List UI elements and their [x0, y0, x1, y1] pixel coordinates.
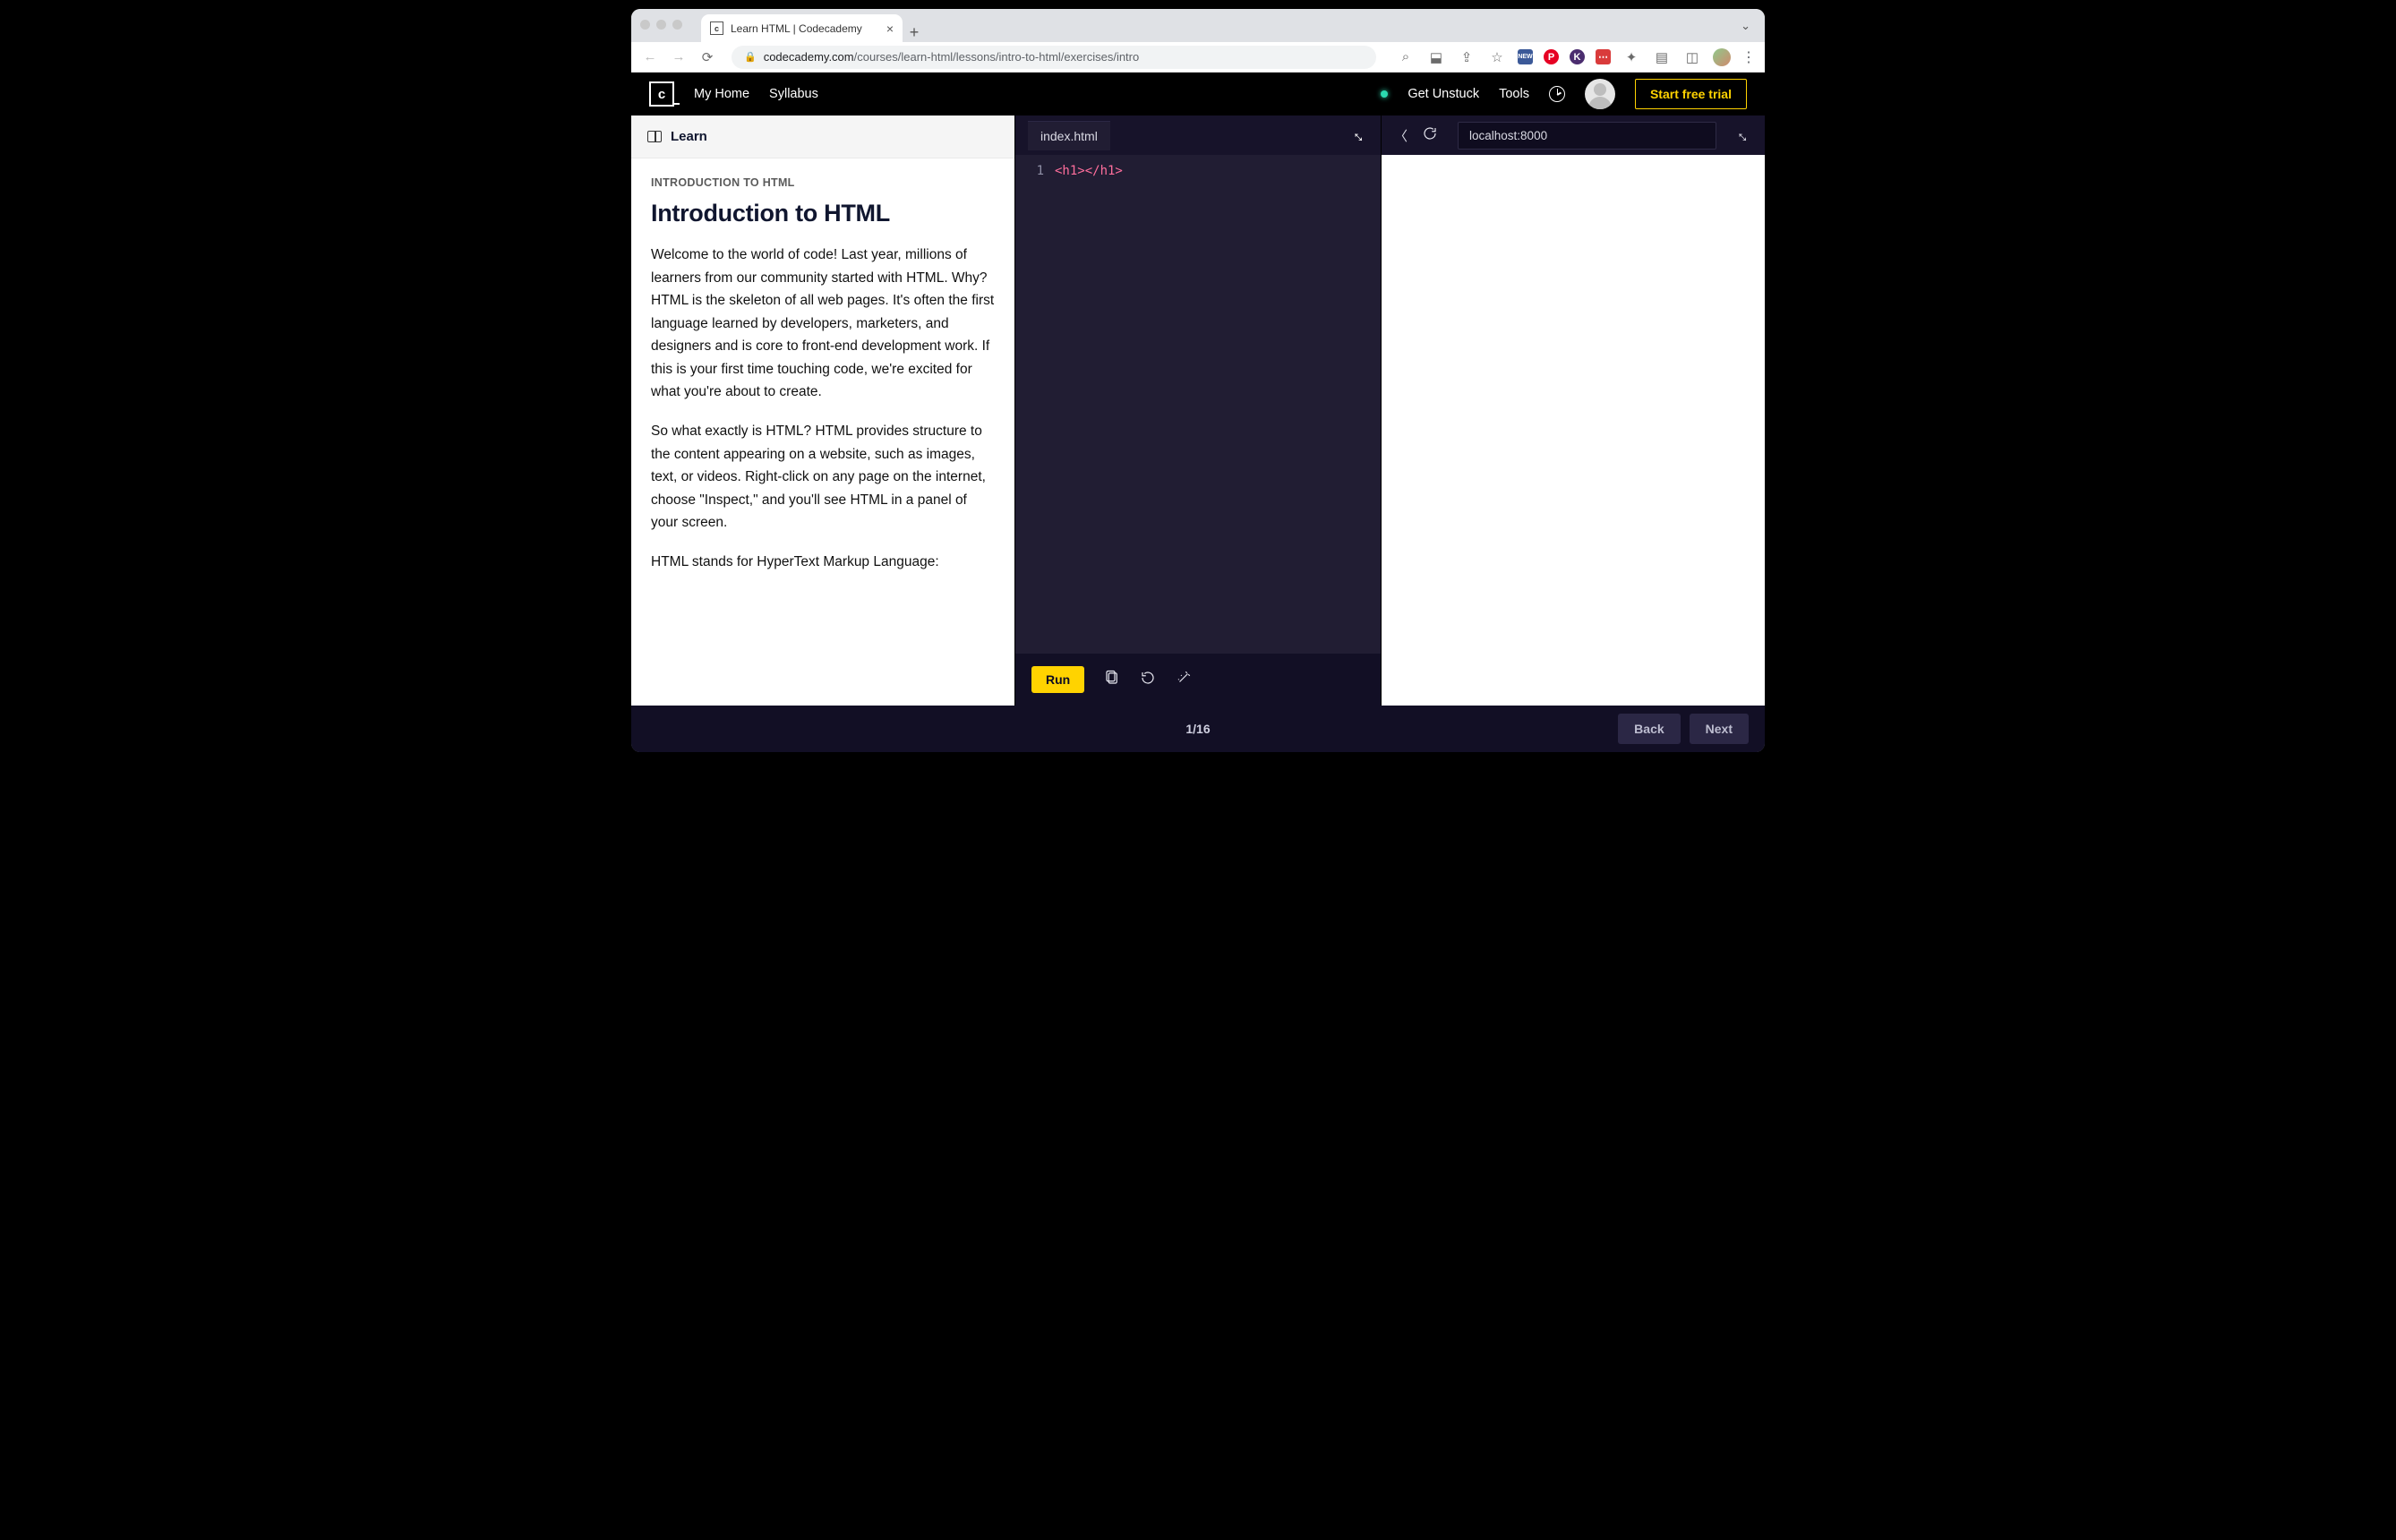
lesson-panel-header: Learn: [631, 116, 1014, 158]
tab-title: Learn HTML | Codecademy: [731, 22, 862, 35]
progress-indicator: 1/16: [1185, 722, 1210, 736]
address-bar[interactable]: 🔒 codecademy.com/courses/learn-html/less…: [732, 46, 1376, 69]
extensions-puzzle-icon[interactable]: ✦: [1622, 49, 1641, 65]
nav-my-home[interactable]: My Home: [694, 87, 749, 101]
editor-file-tab[interactable]: index.html: [1028, 121, 1110, 150]
browser-tabbar: c Learn HTML | Codecademy × + ⌄: [631, 9, 1765, 42]
window-controls[interactable]: [640, 20, 682, 30]
traffic-zoom[interactable]: [672, 20, 682, 30]
extension-pinterest-icon[interactable]: P: [1544, 49, 1559, 64]
back-button[interactable]: Back: [1618, 714, 1680, 744]
extension-k-icon[interactable]: K: [1570, 49, 1585, 64]
browser-tab[interactable]: c Learn HTML | Codecademy ×: [701, 14, 903, 42]
expand-editor-icon[interactable]: ↔: [1352, 126, 1368, 145]
install-icon[interactable]: ⬓: [1426, 49, 1446, 65]
code-editor-panel: index.html ↔ 1 <h1></h1> Run: [1014, 116, 1382, 706]
preview-back-icon[interactable]: 〈: [1394, 126, 1408, 145]
run-button[interactable]: Run: [1031, 666, 1084, 693]
nav-get-unstuck[interactable]: Get Unstuck: [1408, 87, 1479, 101]
user-avatar[interactable]: [1585, 79, 1615, 109]
traffic-close[interactable]: [640, 20, 650, 30]
lesson-eyebrow: INTRODUCTION TO HTML: [651, 176, 995, 189]
codecademy-logo[interactable]: c: [649, 81, 674, 107]
book-icon: [647, 131, 662, 142]
browser-menu-icon[interactable]: ⋮: [1741, 48, 1756, 66]
editor-tabbar: index.html ↔: [1015, 116, 1381, 155]
extension-new-icon[interactable]: NEW: [1518, 49, 1533, 64]
lesson-paragraph: Welcome to the world of code! Last year,…: [651, 244, 995, 404]
new-tab-button[interactable]: +: [903, 23, 926, 42]
next-button[interactable]: Next: [1690, 714, 1749, 744]
media-control-icon[interactable]: ▤: [1652, 49, 1672, 65]
preview-toolbar: 〈 localhost:8000 ↔: [1382, 116, 1765, 155]
bookmark-star-icon[interactable]: ☆: [1487, 49, 1507, 65]
tabs-overflow-icon[interactable]: ⌄: [1741, 19, 1750, 33]
editor-toolbar: Run: [1015, 654, 1381, 706]
nav-syllabus[interactable]: Syllabus: [769, 87, 818, 101]
lesson-paragraph: So what exactly is HTML? HTML provides s…: [651, 420, 995, 535]
line-number: 1: [1015, 164, 1055, 654]
url-path: /courses/learn-html/lessons/intro-to-htm…: [854, 50, 1140, 64]
lesson-panel: Learn INTRODUCTION TO HTML Introduction …: [631, 116, 1014, 706]
nav-tools[interactable]: Tools: [1499, 87, 1529, 101]
nav-forward-icon[interactable]: →: [669, 49, 689, 64]
expand-preview-icon[interactable]: ↔: [1736, 126, 1752, 145]
share-icon[interactable]: ⇪: [1457, 49, 1476, 65]
streak-clock-icon[interactable]: [1549, 86, 1565, 102]
lesson-title: Introduction to HTML: [651, 200, 995, 227]
preview-reload-icon[interactable]: [1422, 125, 1438, 145]
url-domain: codecademy.com: [764, 50, 854, 64]
start-trial-button[interactable]: Start free trial: [1635, 79, 1747, 109]
search-icon[interactable]: ⌕: [1396, 49, 1416, 64]
app-root: c My Home Syllabus Get Unstuck Tools Sta…: [631, 73, 1765, 752]
app-header: c My Home Syllabus Get Unstuck Tools Sta…: [631, 73, 1765, 116]
browser-window: c Learn HTML | Codecademy × + ⌄ ← → ⟳ 🔒 …: [631, 9, 1765, 752]
status-dot-icon: [1381, 90, 1388, 98]
code-line[interactable]: <h1></h1>: [1055, 164, 1123, 654]
lesson-section-label: Learn: [671, 129, 707, 144]
nav-reload-icon[interactable]: ⟳: [697, 49, 717, 65]
preview-url-input[interactable]: localhost:8000: [1458, 122, 1716, 150]
browser-toolbar: ← → ⟳ 🔒 codecademy.com/courses/learn-htm…: [631, 42, 1765, 73]
lesson-footer: 1/16 Back Next: [631, 706, 1765, 752]
favicon-icon: c: [710, 21, 723, 35]
copy-clipboard-icon[interactable]: [1104, 670, 1120, 690]
side-panel-icon[interactable]: ◫: [1682, 49, 1702, 65]
traffic-minimize[interactable]: [656, 20, 666, 30]
lesson-content[interactable]: INTRODUCTION TO HTML Introduction to HTM…: [631, 158, 1014, 607]
reset-icon[interactable]: [1140, 670, 1156, 690]
extension-row: ⌕ ⬓ ⇪ ☆ NEW P K ⋯ ✦ ▤ ◫ ⋮: [1396, 48, 1756, 66]
lock-icon: 🔒: [744, 51, 757, 63]
magic-sparkle-icon[interactable]: [1176, 670, 1192, 690]
code-area[interactable]: 1 <h1></h1>: [1015, 155, 1381, 654]
lesson-paragraph: HTML stands for HyperText Markup Languag…: [651, 551, 995, 574]
tab-close-icon[interactable]: ×: [886, 21, 894, 36]
preview-frame: [1382, 155, 1765, 706]
preview-panel: 〈 localhost:8000 ↔: [1382, 116, 1765, 706]
nav-back-icon[interactable]: ←: [640, 49, 660, 64]
workspace: Learn INTRODUCTION TO HTML Introduction …: [631, 116, 1765, 706]
extension-red-icon[interactable]: ⋯: [1596, 49, 1611, 64]
profile-avatar-icon[interactable]: [1713, 48, 1731, 66]
